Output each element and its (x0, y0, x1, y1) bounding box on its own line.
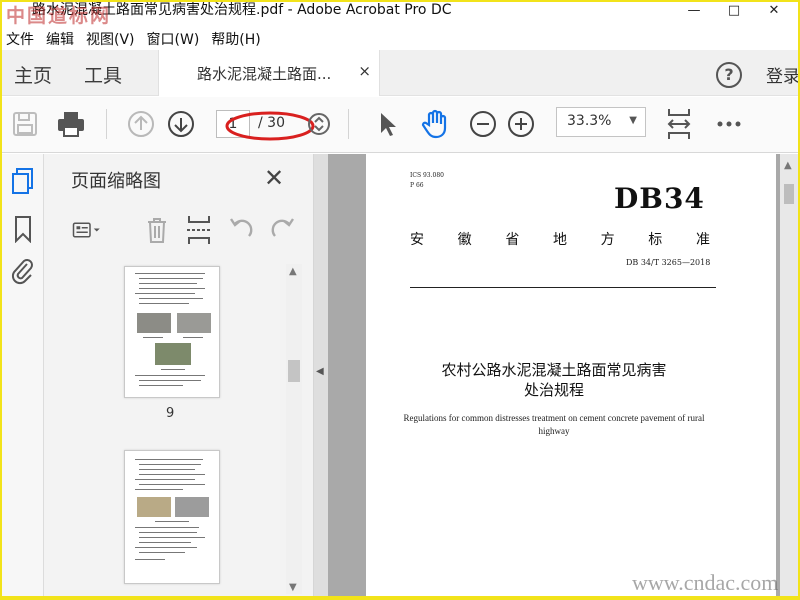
title-bar: 路水泥混凝土路面常见病害处治规程.pdf - Adobe Acrobat Pro… (2, 2, 798, 27)
thumbnail-photo (175, 497, 209, 517)
help-icon[interactable]: ? (716, 62, 742, 88)
menu-window[interactable]: 窗口(W) (143, 26, 208, 49)
ics-code: ICS 93.080 (410, 172, 444, 179)
tab-home[interactable]: 主页 (14, 61, 52, 88)
zoom-out-icon[interactable] (468, 109, 498, 139)
site-watermark: www.cndac.com (632, 570, 779, 595)
page-thumbnails-panel: 页面缩略图 ✕ 9 ▲ ▼ (44, 154, 314, 598)
close-window-button[interactable]: ✕ (754, 2, 794, 24)
fit-page-icon[interactable] (664, 109, 694, 139)
menu-file[interactable]: 文件 (2, 26, 42, 49)
scrollbar-thumb[interactable] (784, 184, 794, 204)
divider (410, 287, 716, 288)
print-icon[interactable] (56, 109, 86, 139)
page-up-icon[interactable] (126, 109, 156, 139)
tab-close-icon[interactable]: × (358, 62, 371, 80)
tab-document[interactable]: 路水泥混凝土路面... × (158, 50, 380, 96)
zoom-in-icon[interactable] (506, 109, 536, 139)
province-char: 省 (505, 232, 520, 248)
thumbnail-photo (137, 313, 171, 333)
page-stepper-icon[interactable] (304, 109, 334, 139)
hand-icon[interactable] (420, 109, 450, 139)
collapse-left-icon[interactable]: ◀ (316, 366, 324, 377)
menu-bar: 文件 编辑 视图(V) 窗口(W) 帮助(H) (2, 26, 798, 50)
insert-page-icon[interactable] (184, 212, 214, 248)
bookmark-icon[interactable] (10, 214, 36, 244)
toolbar: 1 / 30 33.3% ▼ (2, 97, 798, 153)
document-title-en: Regulations for common distresses treatm… (403, 413, 705, 436)
menu-view[interactable]: 视图(V) (82, 26, 143, 49)
page-thumbnail[interactable] (124, 450, 220, 584)
toolbar-separator (106, 109, 107, 139)
menu-help[interactable]: 帮助(H) (207, 26, 268, 49)
signin-link[interactable]: 登录 (766, 62, 798, 87)
toolbar-separator (348, 109, 349, 139)
tab-tools[interactable]: 工具 (84, 61, 122, 88)
title-cn-line: 农村公路水泥混凝土路面常见病害 (441, 361, 667, 379)
title-cn-line: 处治规程 (523, 381, 584, 399)
maximize-button[interactable]: □ (714, 2, 754, 24)
thumbnail-photo (137, 497, 171, 517)
zoom-dropdown[interactable]: 33.3% ▼ (556, 107, 646, 137)
attachment-icon[interactable] (10, 256, 36, 286)
province-char: 安 (410, 232, 424, 248)
page-down-icon[interactable] (166, 109, 196, 139)
panel-collapse-strip[interactable]: ◀ (314, 154, 328, 598)
tab-bar: 主页 工具 路水泥混凝土路面... × ? 登录 (2, 50, 798, 96)
scroll-up-icon[interactable]: ▲ (784, 160, 792, 171)
province-char: 徽 (457, 232, 472, 248)
document-scrollbar[interactable]: ▲ (780, 154, 798, 598)
province-char: 准 (695, 232, 710, 248)
red-annotation-ellipse (225, 111, 315, 141)
left-navigation-rail (2, 154, 44, 598)
minimize-button[interactable]: — (674, 2, 714, 24)
scrollbar-thumb[interactable] (288, 360, 300, 382)
province-char: 标 (648, 232, 663, 248)
menu-edit[interactable]: 编辑 (42, 26, 82, 49)
select-arrow-icon[interactable] (372, 109, 402, 139)
page-thumbnail[interactable] (124, 266, 220, 398)
document-page: ICS 93.080 P 66 DB34 安 徽 省 地 方 标 准 DB 34… (366, 154, 776, 598)
scroll-down-icon[interactable]: ▼ (289, 582, 297, 593)
rotate-right-icon[interactable] (268, 212, 298, 248)
close-icon[interactable]: ✕ (264, 164, 284, 192)
chevron-down-icon: ▼ (629, 115, 637, 126)
thumbnail-page-number: 9 (166, 406, 175, 421)
standard-number: DB 34/T 3265—2018 (626, 258, 711, 267)
province-char: 方 (600, 232, 615, 248)
p-code: P 66 (410, 182, 424, 189)
province-char: 地 (552, 232, 567, 248)
scroll-up-icon[interactable]: ▲ (289, 266, 297, 277)
zoom-value: 33.3% (567, 113, 612, 129)
thumbnail-photo (155, 343, 191, 365)
more-icon[interactable] (714, 109, 744, 139)
page-thumbnails-icon[interactable] (10, 166, 36, 196)
document-viewer: ICS 93.080 P 66 DB34 安 徽 省 地 方 标 准 DB 34… (328, 154, 798, 598)
rotate-left-icon[interactable] (226, 212, 256, 248)
thumbnail-photo (177, 313, 211, 333)
tab-document-label: 路水泥混凝土路面... (197, 65, 332, 83)
delete-page-icon[interactable] (142, 212, 172, 248)
scrollbar-track (286, 264, 302, 594)
save-icon[interactable] (10, 109, 40, 139)
site-logo-watermark: 中国道标网 (6, 5, 112, 27)
thumbnail-list: 9 (44, 262, 284, 598)
frame-border (0, 596, 800, 600)
panel-title: 页面缩略图 (71, 171, 161, 192)
thumbnail-options-icon[interactable] (72, 212, 102, 248)
thumbnail-scrollbar[interactable]: ▲ ▼ (286, 264, 302, 594)
document-title-cn: 农村公路水泥混凝土路面常见病害 处治规程 (406, 360, 702, 400)
app-window: 路水泥混凝土路面常见病害处治规程.pdf - Adobe Acrobat Pro… (0, 0, 800, 600)
province-standard-label: 安 徽 省 地 方 标 准 (410, 229, 710, 249)
standard-code: DB34 (614, 182, 705, 215)
